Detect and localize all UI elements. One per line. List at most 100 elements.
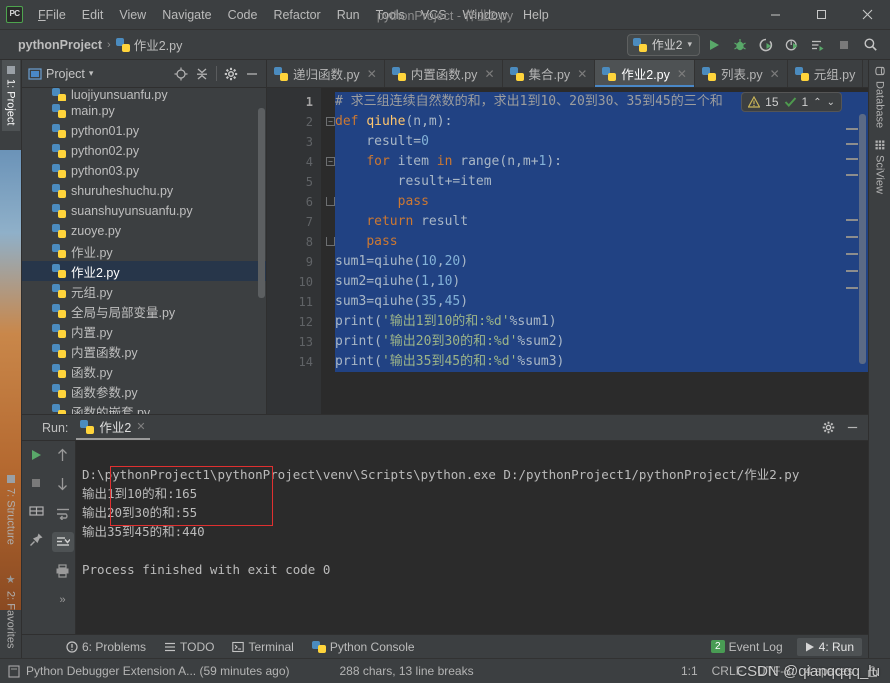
code-line[interactable]: result=0 (335, 132, 868, 152)
code-line[interactable]: print('输出1到10的和:%d'%sum1) (335, 312, 868, 332)
close-icon[interactable]: ✕ (484, 67, 494, 81)
tree-item[interactable]: shuruheshuchu.py (22, 181, 266, 201)
tool-button-python-console[interactable]: Python Console (312, 640, 415, 654)
menu-item-help[interactable]: Help (515, 4, 557, 26)
tree-item[interactable]: suanshuyunsuanfu.py (22, 201, 266, 221)
sidebar-tab-database[interactable]: Database (871, 60, 889, 134)
sidebar-tab-structure[interactable]: 7: Structure (2, 469, 20, 551)
code-line[interactable]: def qiuhe(n,m): (335, 112, 868, 132)
rerun-button[interactable] (25, 445, 47, 465)
hide-panel-icon[interactable] (242, 64, 262, 84)
menu-item-code[interactable]: Code (220, 4, 266, 26)
pin-tab-button[interactable] (25, 529, 47, 549)
soft-wrap-button[interactable] (52, 503, 74, 523)
editor-tab-set[interactable]: 集合.py ✕ (503, 60, 596, 87)
profile-button[interactable] (780, 33, 804, 57)
run-with-coverage-button[interactable] (754, 33, 778, 57)
tree-item[interactable]: luojiyunsuanfu.py (22, 88, 266, 101)
run-with-console-button[interactable] (806, 33, 830, 57)
code-line[interactable]: print('输出20到30的和:%d'%sum2) (335, 332, 868, 352)
breadcrumb-project[interactable]: pythonProject (18, 38, 102, 52)
settings-gear-icon[interactable] (221, 64, 241, 84)
inspection-status-widget[interactable]: 15 1 ⌃ ⌄ (741, 92, 842, 112)
sidebar-tab-favorites[interactable]: ★ 2: Favorites (1, 567, 20, 654)
editor-tab-tuple[interactable]: 元组.py (788, 60, 864, 87)
settings-gear-icon[interactable] (818, 418, 838, 438)
tree-item[interactable]: 函数.py (22, 361, 266, 381)
tree-item[interactable]: python03.py (22, 161, 266, 181)
tree-item[interactable]: main.py (22, 101, 266, 121)
tree-item[interactable]: 元组.py (22, 281, 266, 301)
hide-panel-icon[interactable] (842, 418, 862, 438)
run-console-output[interactable]: D:\pythonProject1\pythonProject\venv\Scr… (76, 441, 868, 634)
code-line[interactable]: pass (335, 192, 868, 212)
tool-button-terminal[interactable]: Terminal (232, 640, 293, 654)
run-tab-homework2[interactable]: 作业2 ✕ (76, 415, 149, 440)
menu-item-window[interactable]: Window (455, 4, 515, 26)
close-icon[interactable]: ✕ (677, 67, 687, 81)
print-button[interactable] (52, 561, 74, 581)
editor-tab-recursion[interactable]: 递归函数.py ✕ (267, 60, 385, 87)
tree-item[interactable]: python02.py (22, 141, 266, 161)
tree-item[interactable]: 函数参数.py (22, 381, 266, 401)
sidebar-tab-project[interactable]: 1: Project (2, 60, 20, 131)
scroll-to-end-button[interactable] (52, 532, 74, 552)
maximize-button[interactable] (798, 0, 844, 29)
menu-item-navigate[interactable]: Navigate (154, 4, 219, 26)
code-text[interactable]: # 求三组连续自然数的和，求出1到10、20到30、35到45的三个和 def … (321, 88, 868, 414)
status-bar-line-separator[interactable]: CRLF (712, 664, 743, 678)
project-tree-scrollbar[interactable] (258, 108, 265, 298)
editor-tab-list[interactable]: 列表.py ✕ (695, 60, 788, 87)
code-line[interactable]: return result (335, 212, 868, 232)
tool-button-problems[interactable]: 6: Problems (66, 640, 146, 654)
editor-gutter[interactable]: 1 2− 3 4− 5 6 7 8 9 10 11 12 1 (267, 88, 321, 414)
collapse-all-icon[interactable] (192, 64, 212, 84)
code-line[interactable]: sum2=qiuhe(1,10) (335, 272, 868, 292)
tool-button-run[interactable]: 4: Run (797, 638, 862, 656)
menu-item-view[interactable]: View (111, 4, 154, 26)
chevron-down-icon[interactable]: ⌄ (827, 97, 835, 108)
tree-item[interactable]: 内置.py (22, 321, 266, 341)
menu-item-file[interactable]: FFileFile (30, 4, 74, 26)
locate-target-icon[interactable] (171, 64, 191, 84)
stop-button[interactable] (25, 473, 47, 493)
lock-icon[interactable] (867, 665, 878, 678)
close-icon[interactable]: ✕ (367, 67, 377, 81)
tree-item[interactable]: 函数的嵌套.py (22, 401, 266, 414)
menu-item-refactor[interactable]: Refactor (265, 4, 328, 26)
code-line[interactable]: pass (335, 232, 868, 252)
debug-button[interactable] (728, 33, 752, 57)
code-line[interactable]: sum1=qiuhe(10,20) (335, 252, 868, 272)
menu-item-vcs[interactable]: VCS (413, 4, 455, 26)
tree-item-selected[interactable]: 作业2.py (22, 261, 266, 281)
minimize-button[interactable] (752, 0, 798, 29)
tree-item[interactable]: zuoye.py (22, 221, 266, 241)
status-bar-encoding[interactable]: UTF-8 (757, 664, 791, 678)
chevron-up-icon[interactable]: ⌃ (813, 97, 821, 108)
up-stack-button[interactable] (52, 445, 74, 465)
tree-item[interactable]: python01.py (22, 121, 266, 141)
close-icon[interactable]: ✕ (136, 420, 145, 433)
chevron-down-icon[interactable]: ▾ (89, 68, 94, 79)
breadcrumb-file[interactable]: 作业2.py (116, 35, 183, 54)
run-button[interactable] (702, 33, 726, 57)
sidebar-tab-sciview[interactable]: SciView (871, 134, 889, 200)
status-bar-message[interactable]: Python Debugger Extension A... (59 minut… (26, 664, 290, 678)
code-line[interactable]: print('输出35到45的和:%d'%sum3) (335, 352, 868, 372)
stop-button[interactable] (832, 33, 856, 57)
down-stack-button[interactable] (52, 474, 74, 494)
tree-item[interactable]: 全局与局部变量.py (22, 301, 266, 321)
editor-body[interactable]: 1 2− 3 4− 5 6 7 8 9 10 11 12 1 (267, 88, 868, 414)
tool-button-event-log[interactable]: 2 Event Log (711, 640, 783, 654)
code-line[interactable]: for item in range(n,m+1): (335, 152, 868, 172)
search-everywhere-icon[interactable] (858, 33, 882, 57)
project-file-tree[interactable]: luojiyunsuanfu.py main.py python01.py py… (22, 88, 266, 414)
menu-item-edit[interactable]: Edit (74, 4, 112, 26)
run-configuration-selector[interactable]: 作业2 ▾ (627, 34, 700, 56)
code-line[interactable]: sum3=qiuhe(35,45) (335, 292, 868, 312)
expand-more-button[interactable]: » (52, 590, 74, 610)
status-bar-caret-position[interactable]: 1:1 (681, 664, 698, 678)
menu-item-run[interactable]: Run (329, 4, 368, 26)
editor-vertical-scrollbar[interactable] (859, 114, 866, 364)
close-icon[interactable]: ✕ (770, 67, 780, 81)
